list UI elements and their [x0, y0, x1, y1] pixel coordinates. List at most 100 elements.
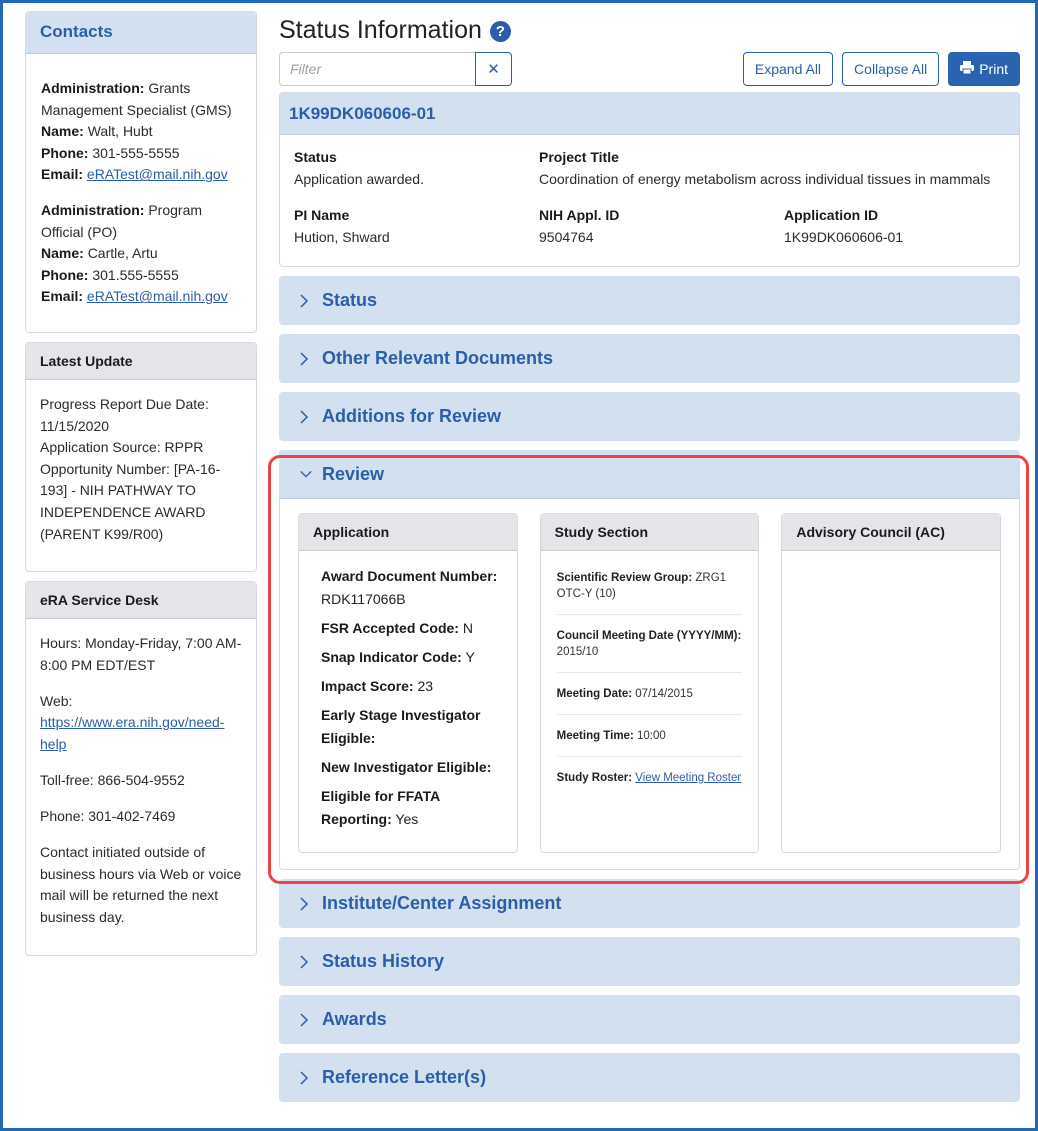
accordion-awards: Awards	[279, 995, 1020, 1044]
chevron-down-icon	[299, 469, 313, 479]
email-label: Email:	[41, 288, 84, 305]
study-row: Scientific Review Group: ZRG1 OTC-Y (10)	[556, 565, 743, 615]
row-value: RDK117066B	[321, 591, 406, 607]
status-value: Application awarded.	[294, 171, 424, 187]
study-row: Council Meeting Date (YYYY/MM): 2015/10	[556, 623, 743, 673]
nih-appl-id-label: NIH Appl. ID	[539, 207, 620, 223]
review-application-card: Application Award Document Number: RDK11…	[298, 513, 518, 853]
name-value: Walt, Hubt	[87, 123, 153, 140]
clear-filter-button[interactable]: ✕	[475, 52, 512, 86]
email-link[interactable]: eRATest@mail.nih.gov	[87, 288, 228, 304]
email-link[interactable]: eRATest@mail.nih.gov	[87, 166, 228, 182]
web-label: Web:	[40, 692, 73, 709]
card-title: Advisory Council (AC)	[782, 514, 1001, 551]
accordion-title: Status	[322, 290, 378, 310]
row-label: Meeting Date:	[556, 688, 633, 700]
row-value: 23	[417, 678, 434, 694]
latest-update-card: Latest Update Progress Report Due Date: …	[25, 341, 257, 573]
phone-value: 301-555-5555	[92, 144, 180, 161]
contacts-title: Contacts	[26, 12, 256, 54]
review-row: Eligible for FFATA Reporting: Yes	[321, 785, 507, 831]
pi-name-label: PI Name	[294, 207, 350, 223]
accordion-institute-center-assignment: Institute/Center Assignment	[279, 879, 1020, 928]
latest-update-line: Opportunity Number: [PA-16-193] - NIH PA…	[40, 460, 221, 542]
accordion-header[interactable]: Reference Letter(s)	[279, 1053, 1020, 1102]
card-title: Study Section	[540, 514, 759, 551]
accordion-title: Review	[322, 463, 385, 484]
row-value: Y	[465, 649, 475, 665]
row-label: New Investigator Eligible:	[321, 759, 492, 775]
email-label: Email:	[41, 166, 84, 183]
accordion-additions-for-review: Additions for Review	[279, 392, 1020, 441]
administration-label: Administration:	[41, 201, 145, 218]
card-title: Application	[299, 514, 517, 551]
status-label: Status	[294, 149, 337, 165]
row-value: 07/14/2015	[635, 688, 693, 700]
print-button[interactable]: Print	[948, 52, 1020, 86]
accordion-title: Reference Letter(s)	[322, 1067, 487, 1087]
accordion-header[interactable]: Status History	[279, 937, 1020, 986]
accordion-header[interactable]: Additions for Review	[279, 392, 1020, 441]
sidebar: Contacts Administration: Grants Manageme…	[25, 11, 257, 965]
application-summary-panel: 1K99DK060606-01 Status Application award…	[279, 92, 1020, 267]
review-row: FSR Accepted Code: N	[321, 617, 507, 640]
accordion-title: Status History	[322, 951, 445, 971]
accordion-title: Awards	[322, 1009, 387, 1029]
chevron-right-icon	[299, 351, 313, 367]
accordion-review: Review Application Award Document Number…	[279, 450, 1020, 870]
application-id-label: Application ID	[784, 207, 879, 223]
name-label: Name:	[41, 123, 84, 140]
review-advisory-council-card: Advisory Council (AC)	[781, 513, 1002, 853]
review-row: Award Document Number: RDK117066B	[321, 565, 507, 611]
accordion-header[interactable]: Awards	[279, 995, 1020, 1044]
row-label: Council Meeting Date (YYYY/MM):	[556, 630, 742, 642]
accordion-title: Additions for Review	[322, 406, 502, 426]
collapse-all-button[interactable]: Collapse All	[842, 52, 940, 86]
service-note: Contact initiated outside of business ho…	[40, 844, 242, 926]
view-meeting-roster-link[interactable]: View Meeting Roster	[635, 772, 741, 784]
latest-update-line: Progress Report Due Date: 11/15/2020	[40, 395, 209, 434]
row-label: Study Roster:	[556, 772, 633, 784]
filter-input[interactable]	[279, 52, 475, 86]
review-row: Impact Score: 23	[321, 675, 507, 698]
chevron-right-icon	[299, 1070, 313, 1086]
name-value: Cartle, Artu	[87, 245, 158, 262]
row-label: FSR Accepted Code:	[321, 620, 459, 636]
row-label: Snap Indicator Code:	[321, 649, 462, 665]
printer-icon	[960, 61, 975, 77]
study-row: Meeting Time: 10:00	[556, 723, 743, 757]
row-label: Early Stage Investigator Eligible:	[321, 707, 481, 746]
print-label: Print	[979, 61, 1008, 77]
contacts-card: Contacts Administration: Grants Manageme…	[25, 11, 257, 333]
review-row: Early Stage Investigator Eligible:	[321, 704, 507, 750]
service-desk-title: eRA Service Desk	[26, 582, 256, 620]
accordion-header[interactable]: Status	[279, 276, 1020, 325]
service-phone: Phone: 301-402-7469	[40, 808, 176, 825]
need-help-link[interactable]: https://www.era.nih.gov/need-help	[40, 714, 224, 752]
expand-all-button[interactable]: Expand All	[742, 52, 834, 86]
latest-update-title: Latest Update	[26, 342, 256, 380]
contact-gms: Administration: Grants Management Specia…	[41, 78, 242, 186]
row-value: Yes	[395, 811, 419, 827]
latest-update-line: Application Source: RPPR	[40, 439, 204, 456]
accordion-header[interactable]: Institute/Center Assignment	[279, 879, 1020, 928]
project-title-label: Project Title	[539, 149, 619, 165]
chevron-right-icon	[299, 1012, 313, 1028]
row-label: Scientific Review Group:	[556, 572, 693, 584]
toll-free: Toll-free: 866-504-9552	[40, 772, 185, 789]
review-study-section-card: Study Section Scientific Review Group: Z…	[539, 513, 760, 853]
nih-appl-id-value: 9504764	[539, 229, 594, 245]
toolbar: ✕ Expand All Collapse All Print	[279, 52, 1020, 90]
question-circle-icon[interactable]: ?	[489, 20, 511, 42]
accordion-header[interactable]: Review	[279, 450, 1020, 499]
project-title-value: Coordination of energy metabolism across…	[539, 171, 991, 187]
row-value: 2015/10	[556, 646, 599, 658]
phone-value: 301.555-5555	[92, 266, 179, 283]
phone-label: Phone:	[41, 266, 89, 283]
phone-label: Phone:	[41, 144, 89, 161]
accordion-header[interactable]: Other Relevant Documents	[279, 334, 1020, 383]
accordion-reference-letters: Reference Letter(s)	[279, 1053, 1020, 1102]
row-label: Award Document Number:	[321, 568, 498, 584]
main-content: Status Information ? ✕ Expand All Collap…	[279, 12, 1020, 1102]
application-id-value: 1K99DK060606-01	[784, 229, 904, 245]
